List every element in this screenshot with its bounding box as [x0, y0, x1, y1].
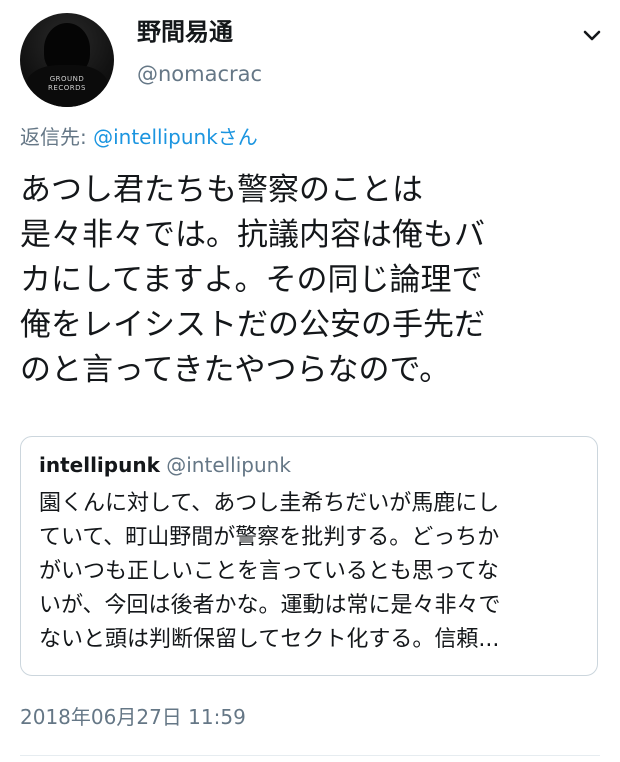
quoted-author-handle: @intellipunk: [166, 453, 291, 477]
quoted-tweet-text: 園くんに対して、あつし圭希ちだいが馬鹿にし ていて、町山野間が警察を批判する。ど…: [39, 487, 589, 657]
quoted-text-line: ていて、町山野間が警察を批判する。どっちか: [39, 525, 500, 550]
author-display-name[interactable]: 野間易通: [137, 17, 233, 47]
tweet-text-line: のと言ってきたやつらなので。: [20, 352, 451, 388]
tweet-timestamp[interactable]: 2018年06月27日 11:59: [20, 703, 246, 731]
tweet-text-line: あつし君たちも警察のことは: [20, 172, 423, 208]
reply-prefix: 返信先:: [20, 125, 94, 149]
quoted-tweet-card[interactable]: intellipunk @intellipunk 園くんに対して、あつし圭希ちだ…: [20, 436, 598, 676]
quoted-text-line: がいつも正しいことを言っているとも思ってな: [39, 559, 499, 584]
reply-suffix: さん: [217, 125, 258, 149]
author-handle[interactable]: @nomacrac: [137, 60, 262, 88]
quoted-tweet-header: intellipunk @intellipunk: [39, 451, 291, 479]
divider: [20, 755, 600, 756]
reply-to-line: 返信先: @intellipunkさん: [20, 123, 258, 151]
tweet-text-line: 是々非々では。抗議内容は俺もバ: [20, 217, 485, 253]
tweet-text-line: カにしてますよ。その同じ論理で: [20, 262, 483, 298]
reply-mention-link[interactable]: @intellipunk: [93, 125, 218, 149]
tweet-text-line: 俺をレイシストだの公安の手先だ: [20, 307, 485, 343]
quoted-text-line: 園くんに対して、あつし圭希ちだいが馬鹿にし: [39, 491, 500, 516]
quoted-text-line: ないと頭は判断保留してセクト化する。信頼...: [39, 627, 500, 652]
avatar-shirt-text: GROUND RECORDS: [48, 75, 86, 92]
tweet-text: あつし君たちも警察のことは 是々非々では。抗議内容は俺もバ カにしてますよ。その…: [20, 168, 610, 393]
chevron-down-icon[interactable]: [578, 26, 606, 46]
avatar[interactable]: GROUND RECORDS: [20, 13, 114, 107]
quoted-text-line: いが、今回は後者かな。運動は常に是々非々で: [39, 593, 501, 618]
quoted-author-name: intellipunk: [39, 453, 160, 477]
